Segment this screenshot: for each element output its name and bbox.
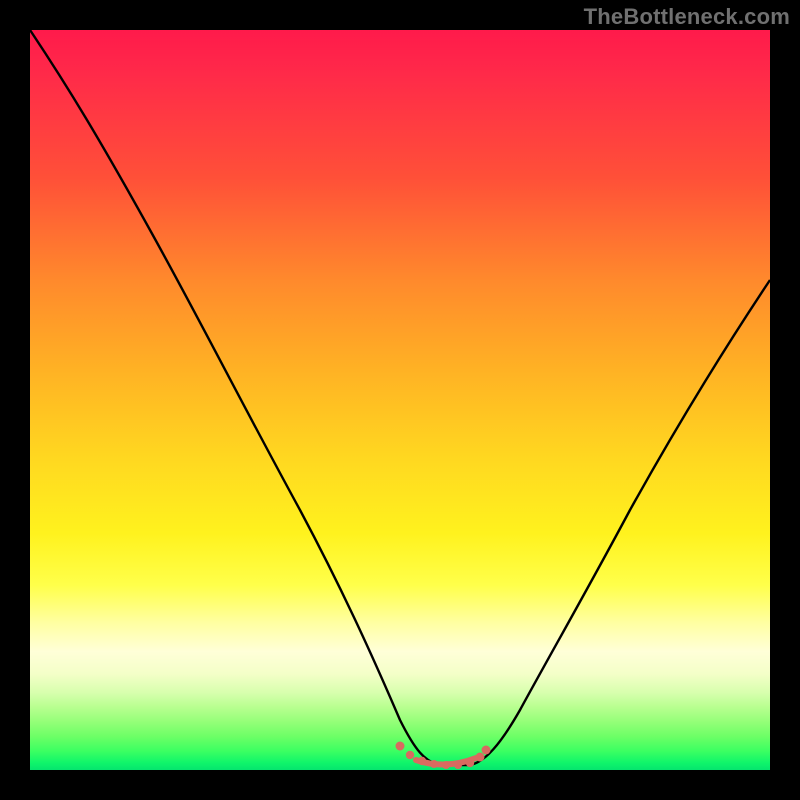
watermark-text: TheBottleneck.com bbox=[584, 4, 790, 30]
bottleneck-curve-path bbox=[30, 30, 770, 765]
trough-marker-group bbox=[396, 742, 491, 770]
plot-area bbox=[30, 30, 770, 770]
chart-frame: TheBottleneck.com bbox=[0, 0, 800, 800]
curve-svg bbox=[30, 30, 770, 770]
